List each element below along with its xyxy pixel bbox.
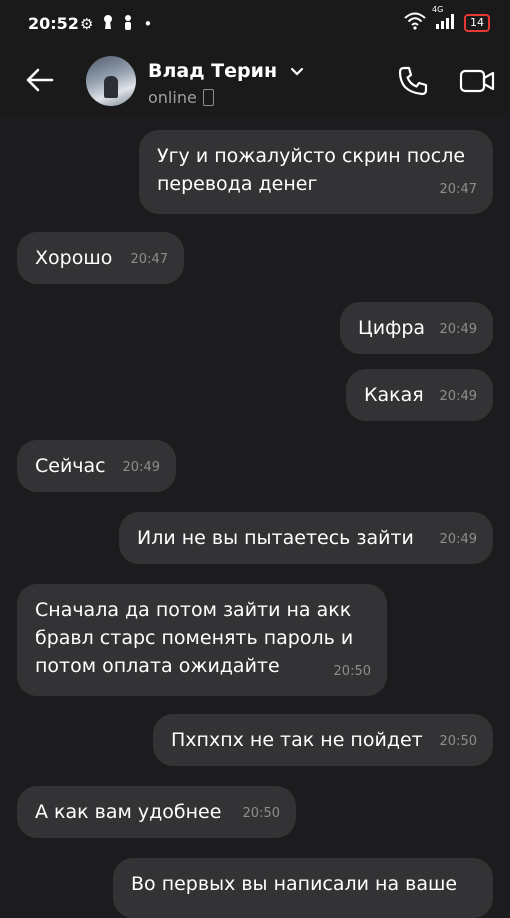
message-incoming[interactable]: Сейчас 20:49 <box>17 440 176 492</box>
message-incoming[interactable]: Хорошо 20:47 <box>17 232 184 284</box>
message-time: 20:49 <box>439 322 477 337</box>
message-time: 20:50 <box>242 806 280 821</box>
status-text: online <box>148 88 197 107</box>
message-outgoing[interactable]: Во первых вы написали на ваше <box>113 858 493 918</box>
status-time: 20:52 <box>28 14 79 33</box>
message-list[interactable]: Угу и пожалуйсто скрин после перевода де… <box>0 116 510 918</box>
message-text: Сначала да потом зайти на акк бравл стар… <box>35 599 354 677</box>
message-text: Во первых вы написали на ваше <box>131 873 458 895</box>
avatar[interactable] <box>86 56 136 106</box>
signal-icon: 4G <box>432 5 456 33</box>
message-incoming[interactable]: Сначала да потом зайти на акк бравл стар… <box>17 584 387 696</box>
chevron-down-icon <box>290 67 303 76</box>
message-outgoing[interactable]: Цифра 20:49 <box>340 302 493 354</box>
message-outgoing[interactable]: Пхпхпх не так не пойдет 20:50 <box>153 714 493 766</box>
message-time: 20:49 <box>439 389 477 404</box>
notification-icons: ⚙ • <box>80 14 152 34</box>
message-time: 20:47 <box>439 182 477 197</box>
person-icon <box>123 14 133 34</box>
battery-icon: 14 <box>464 14 490 32</box>
avatar-figure <box>104 76 118 98</box>
network-type: 4G <box>432 5 444 14</box>
message-outgoing[interactable]: Какая 20:49 <box>346 369 493 421</box>
status-bar: 20:52 ⚙ • 4G 14 <box>0 0 510 48</box>
message-time: 20:49 <box>439 532 477 547</box>
message-incoming[interactable]: А как вам удобнее 20:50 <box>17 786 296 838</box>
message-outgoing[interactable]: Или не вы пытаетесь зайти 20:49 <box>119 512 493 564</box>
phone-icon <box>398 66 428 96</box>
contact-name: Влад Терин <box>148 60 278 82</box>
message-text: Угу и пожалуйсто скрин после перевода де… <box>157 145 466 195</box>
message-time: 20:50 <box>333 664 371 679</box>
battery-level: 14 <box>470 16 484 29</box>
wifi-icon <box>404 12 426 34</box>
chat-header: Влад Терин online <box>0 48 510 116</box>
message-text: Или не вы пытаетесь зайти <box>137 527 414 549</box>
back-button[interactable] <box>24 64 56 96</box>
keyhole-icon <box>103 14 113 34</box>
message-time: 20:49 <box>122 460 160 475</box>
video-call-button[interactable] <box>458 64 496 98</box>
message-text: Пхпхпх не так не пойдет <box>171 729 423 751</box>
gear-icon: ⚙ <box>80 15 94 33</box>
contact-status: online <box>148 88 214 107</box>
arrow-left-icon <box>26 68 54 92</box>
message-time: 20:50 <box>439 734 477 749</box>
message-time: 20:47 <box>130 252 168 267</box>
call-button[interactable] <box>396 64 430 98</box>
message-outgoing[interactable]: Угу и пожалуйсто скрин после перевода де… <box>139 130 493 214</box>
system-icons: 4G 14 <box>404 5 490 34</box>
mobile-device-icon <box>202 89 214 106</box>
dot-icon: • <box>143 15 153 33</box>
contact-name-button[interactable]: Влад Терин <box>148 60 304 82</box>
video-camera-icon <box>459 69 495 93</box>
